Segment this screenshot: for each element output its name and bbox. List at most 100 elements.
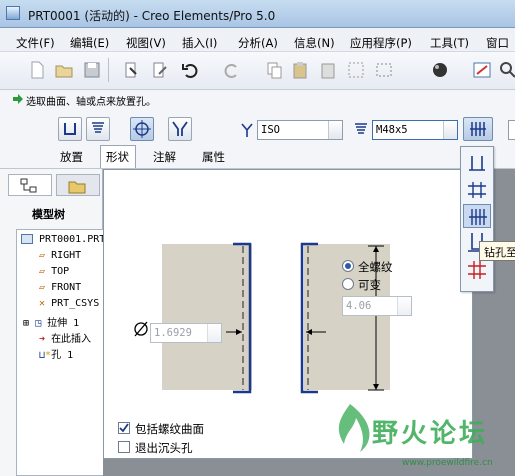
straight-hole-icon (64, 123, 76, 135)
thread-depth-value: 4.06 (346, 300, 372, 312)
threaded-hole-icon (92, 122, 104, 133)
add-thread-button[interactable] (130, 117, 154, 141)
diameter-symbol-icon (134, 321, 148, 337)
blind-depth-icon (469, 156, 485, 171)
tree-item-insert-here[interactable]: ➜ 在此插入 (39, 330, 91, 345)
box-select-icon[interactable] (372, 58, 394, 80)
chevron-down-icon[interactable] (397, 297, 411, 315)
hole-diameter-diagram (226, 242, 252, 394)
folder-browser-tab[interactable] (56, 174, 100, 196)
screw-size-value: M48x5 (376, 124, 408, 136)
paste-special-icon[interactable] (316, 58, 338, 80)
tree-item-root[interactable]: PRT0001.PRT (21, 234, 105, 245)
app-icon (6, 6, 20, 20)
menu-insert[interactable]: 插入(I) (182, 35, 217, 51)
flyout-option-5[interactable] (463, 258, 491, 282)
datum-plane-icon: ▱ (39, 250, 46, 261)
tab-notes[interactable]: 注解 (153, 149, 176, 165)
tree-item-csys[interactable]: ✕ PRT_CSYS (39, 298, 99, 309)
full-thread-radio[interactable] (342, 260, 354, 272)
datum-plane-icon: ▱ (39, 282, 46, 293)
expand-icon: ⊞ (23, 318, 30, 329)
tab-placement[interactable]: 放置 (60, 149, 83, 165)
watermark-url: www.proewildfire.cn (402, 458, 493, 468)
prompt-message: 选取曲面、轴或点来放置孔。 (26, 97, 156, 108)
through-next-icon (469, 209, 487, 225)
flyout-option-1[interactable] (463, 152, 491, 176)
open-folder-icon[interactable] (52, 58, 74, 80)
toolbar-separator (108, 58, 109, 82)
menu-applications[interactable]: 应用程序(P) (350, 35, 412, 51)
new-file-icon[interactable] (25, 58, 47, 80)
model-tree-tab[interactable] (8, 174, 52, 196)
select-icon[interactable] (344, 58, 366, 80)
zoom-icon[interactable] (496, 58, 515, 80)
tree-item-extrude[interactable]: ⊞ ◳ 拉伸 1 (23, 314, 79, 329)
symmetric-depth-icon (468, 182, 486, 198)
standard-hole-button[interactable] (86, 117, 110, 141)
tree-item-hole[interactable]: ⊔*孔 1 (39, 346, 73, 361)
extrude-icon: ◳ (35, 318, 42, 329)
tree-item-label: RIGHT (51, 250, 82, 261)
menu-edit[interactable]: 编辑(E) (70, 35, 109, 51)
tree-item-label: 拉伸 1 (47, 318, 80, 329)
redo-icon[interactable] (220, 58, 242, 80)
variable-thread-label: 可变 (358, 278, 381, 292)
view-manager-icon[interactable] (470, 58, 492, 80)
copy-icon[interactable] (262, 58, 284, 80)
screw-size-icon (355, 123, 367, 134)
menu-view[interactable]: 视图(V) (126, 35, 166, 51)
tree-item-label: FRONT (51, 282, 82, 293)
radio-dot-icon (345, 263, 351, 269)
crosshair-icon (133, 120, 151, 138)
tree-item-front[interactable]: ▱ FRONT (39, 282, 81, 293)
depth-value-field[interactable] (508, 120, 515, 140)
tab-shape[interactable]: 形状 (106, 149, 129, 165)
chevron-down-icon[interactable] (443, 121, 457, 139)
part-icon (21, 234, 33, 244)
variable-thread-radio[interactable] (342, 278, 354, 290)
include-thread-surface-checkbox[interactable] (118, 422, 130, 434)
tree-item-right[interactable]: ▱ RIGHT (39, 250, 81, 261)
shading-sphere-icon[interactable] (428, 58, 450, 80)
paste-icon[interactable] (288, 58, 310, 80)
folder-icon (68, 181, 86, 194)
tree-item-label: 在此插入 (51, 334, 92, 345)
countersink-icon (172, 121, 188, 136)
include-thread-surface-label: 包括螺纹曲面 (135, 422, 204, 436)
menu-tools[interactable]: 工具(T) (430, 35, 469, 51)
tree-item-label: 孔 1 (51, 350, 74, 361)
tree-item-top[interactable]: ▱ TOP (39, 266, 69, 277)
diameter-value: 1.6929 (154, 327, 192, 339)
menu-window[interactable]: 窗口 (486, 35, 509, 51)
csys-icon: ✕ (39, 298, 46, 309)
datum-plane-icon: ▱ (39, 266, 46, 277)
model-tree-title: 模型树 (32, 208, 65, 221)
regenerate-icon[interactable] (120, 58, 142, 80)
full-thread-label: 全螺纹 (358, 260, 393, 274)
menu-analysis[interactable]: 分析(A) (238, 35, 278, 51)
menu-file[interactable]: 文件(F) (16, 35, 55, 51)
flyout-option-2[interactable] (463, 178, 491, 202)
chevron-down-icon[interactable] (207, 324, 221, 342)
drill-depth-icon (470, 122, 486, 136)
model-tree: PRT0001.PRT ▱ RIGHT ▱ TOP ▱ FRONT ✕ PRT_… (16, 229, 105, 476)
undo-icon[interactable] (178, 58, 200, 80)
tree-item-label: PRT0001.PRT (39, 234, 106, 245)
depth-option-button[interactable] (463, 117, 493, 141)
edit-icon[interactable] (148, 58, 170, 80)
exit-countersink-label: 退出沉头孔 (135, 441, 193, 455)
flyout-option-3[interactable] (463, 204, 491, 228)
menu-info[interactable]: 信息(N) (294, 35, 335, 51)
straight-hole-button[interactable] (58, 117, 82, 141)
exit-countersink-checkbox[interactable] (118, 441, 130, 453)
save-icon[interactable] (80, 58, 102, 80)
chevron-down-icon[interactable] (328, 121, 342, 139)
thread-standard-icon (241, 123, 253, 137)
insert-arrow-icon: ➜ (39, 334, 46, 345)
tooltip: 钻孔至 (479, 241, 515, 261)
to-selected-icon (468, 261, 486, 279)
tab-properties[interactable]: 属性 (202, 149, 225, 165)
watermark-text: 野火论坛 (372, 419, 489, 449)
countersink-button[interactable] (168, 117, 192, 141)
